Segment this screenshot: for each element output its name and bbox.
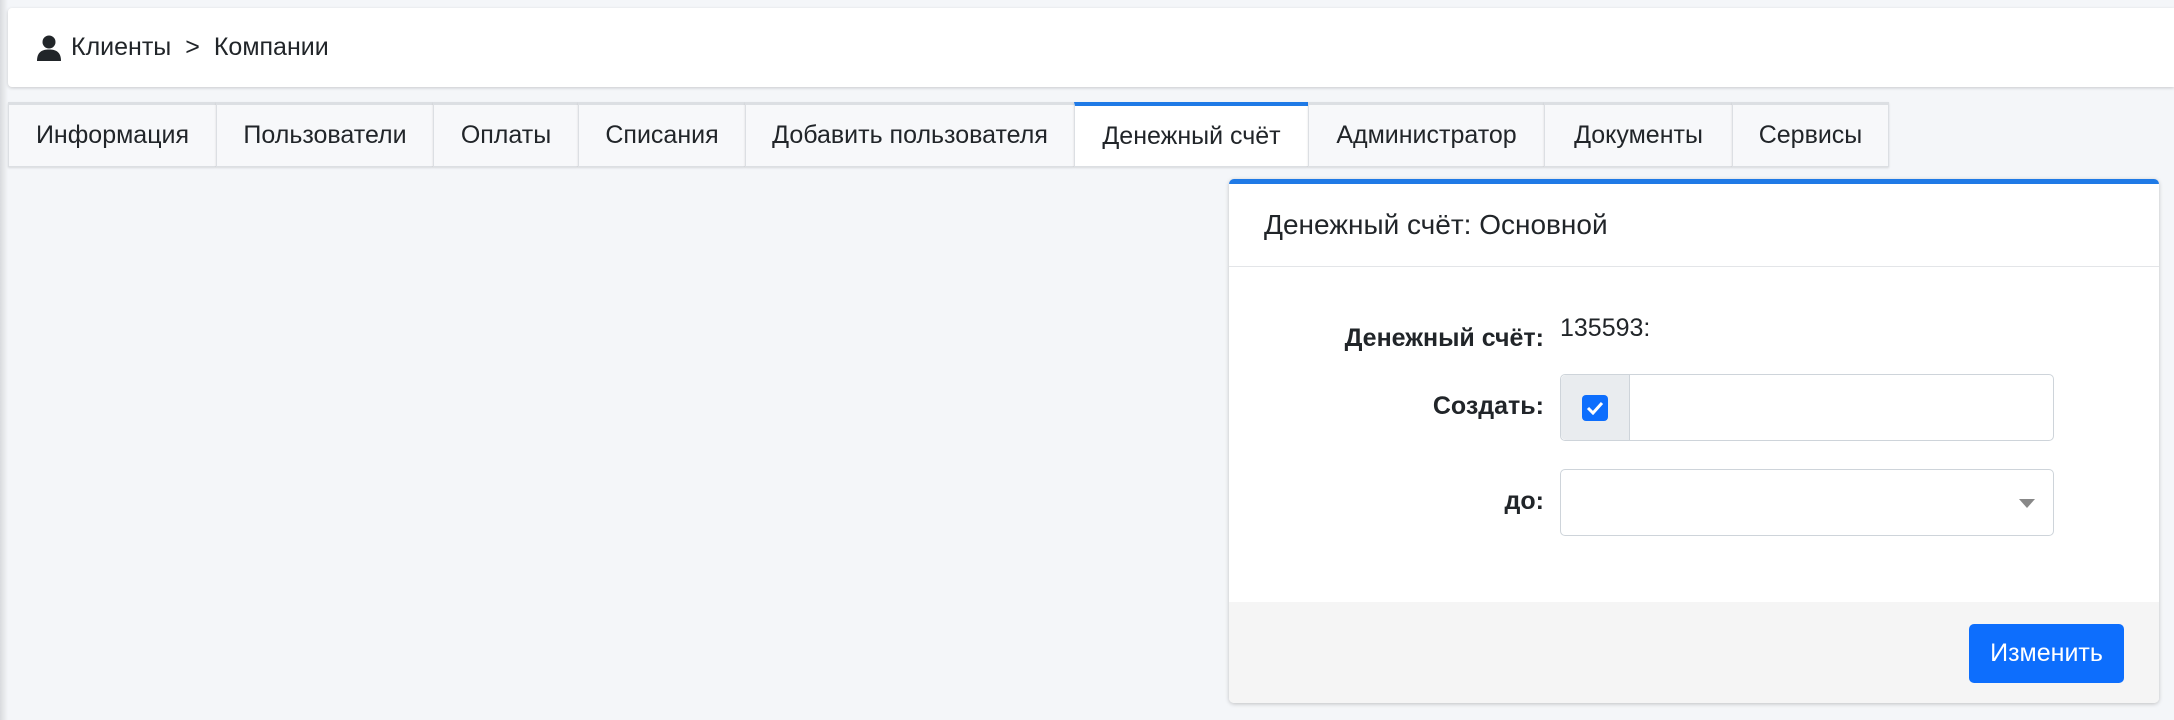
account-value: 135593: bbox=[1560, 314, 1651, 342]
until-label: до: bbox=[1504, 487, 1544, 515]
money-account-card: Денежный счёт: Основной Денежный счёт: 1… bbox=[1229, 179, 2159, 703]
tab-administrator[interactable]: Администратор bbox=[1308, 102, 1544, 167]
until-select[interactable] bbox=[1560, 469, 2054, 536]
breadcrumb-separator: > bbox=[185, 33, 200, 61]
create-row: Создать: bbox=[1229, 374, 2159, 441]
tab-bar: Информация Пользователи Оплаты Списания … bbox=[8, 102, 1889, 167]
tab-charges[interactable]: Списания bbox=[578, 102, 745, 167]
checkmark-icon bbox=[1586, 401, 1604, 415]
breadcrumb-item-companies[interactable]: Компании bbox=[214, 33, 329, 62]
create-checkbox[interactable] bbox=[1582, 394, 1608, 421]
account-row: Денежный счёт: 135593: bbox=[1229, 314, 2159, 359]
sidebar-edge bbox=[0, 0, 8, 720]
breadcrumb: Клиенты > Компании bbox=[8, 8, 2174, 87]
change-button[interactable]: Изменить bbox=[1969, 624, 2124, 683]
tab-services[interactable]: Сервисы bbox=[1732, 102, 1889, 167]
create-label: Создать: bbox=[1432, 392, 1544, 420]
create-input-group bbox=[1560, 374, 2054, 441]
card-footer: Изменить bbox=[1229, 602, 2159, 703]
create-date-input[interactable] bbox=[1630, 375, 2053, 440]
tab-add-user[interactable]: Добавить пользователя bbox=[745, 102, 1074, 167]
user-icon bbox=[37, 35, 61, 61]
chevron-down-icon bbox=[2019, 499, 2035, 508]
until-row: до: bbox=[1229, 469, 2159, 536]
tab-information[interactable]: Информация bbox=[8, 102, 216, 167]
tab-payments[interactable]: Оплаты bbox=[433, 102, 578, 167]
tab-documents[interactable]: Документы bbox=[1544, 102, 1732, 167]
card-title: Денежный счёт: Основной bbox=[1229, 184, 2159, 267]
breadcrumb-item-clients[interactable]: Клиенты bbox=[71, 33, 171, 62]
tab-users[interactable]: Пользователи bbox=[216, 102, 433, 167]
account-label: Денежный счёт: bbox=[1344, 324, 1544, 352]
create-checkbox-addon bbox=[1561, 375, 1630, 440]
tab-money-account[interactable]: Денежный счёт bbox=[1074, 102, 1308, 167]
